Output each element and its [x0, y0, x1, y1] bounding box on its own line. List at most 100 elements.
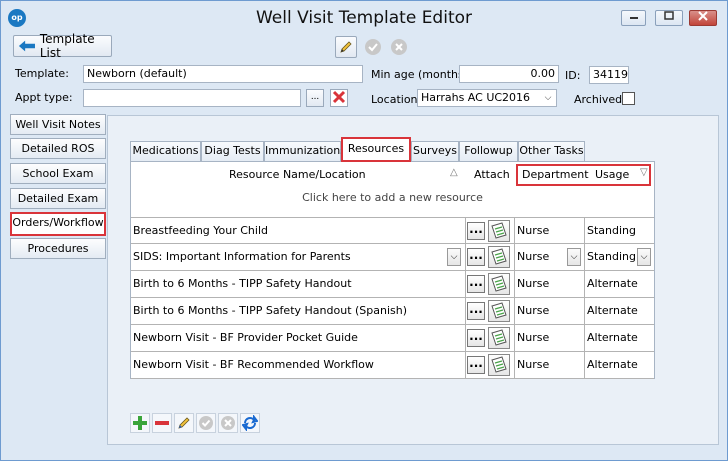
close-icon	[698, 11, 708, 21]
refresh-icon	[242, 415, 258, 431]
remove-row-button[interactable]	[152, 413, 172, 433]
table-row[interactable]: Newborn Visit - BF Provider Pocket Guide…	[131, 325, 654, 352]
chevron-down-icon: ⌵	[640, 252, 648, 262]
department-dropdown[interactable]: ⌵	[567, 248, 581, 266]
sidebar-item-detailed-ros[interactable]: Detailed ROS	[10, 138, 106, 159]
resource-name-cell: Newborn Visit - BF Provider Pocket Guide	[133, 331, 358, 344]
sort-descending-icon[interactable]: ▽	[640, 167, 648, 178]
refresh-button[interactable]	[240, 413, 260, 433]
table-row[interactable]: SIDS: Important Information for Parents …	[131, 244, 654, 271]
tab-surveys[interactable]: Surveys	[411, 141, 459, 161]
attach-button[interactable]	[488, 300, 510, 322]
add-resource-row[interactable]: Click here to add a new resource	[131, 187, 654, 209]
department-cell: Nurse	[517, 358, 550, 371]
tab-followup[interactable]: Followup	[459, 141, 518, 161]
column-header-attach[interactable]: Attach	[474, 168, 510, 181]
appt-type-field[interactable]	[83, 89, 301, 107]
attach-button[interactable]	[488, 354, 510, 376]
attach-button[interactable]	[488, 220, 510, 242]
department-cell: Nurse	[517, 250, 550, 263]
row-more-button[interactable]: ...	[467, 248, 485, 266]
maximize-icon	[664, 11, 674, 20]
clear-appt-type-button[interactable]	[330, 89, 348, 107]
min-age-field[interactable]: 0.00	[459, 65, 559, 83]
maximize-button[interactable]	[655, 10, 683, 26]
column-header-resource-name[interactable]: Resource Name/Location	[229, 168, 366, 181]
table-row[interactable]: Birth to 6 Months - TIPP Safety Handout …	[131, 271, 654, 298]
resource-name-dropdown[interactable]: ⌵	[447, 248, 461, 266]
table-row[interactable]: Breastfeeding Your Child ... Nurse Stand…	[131, 217, 654, 244]
table-row[interactable]: Birth to 6 Months - TIPP Safety Handout …	[131, 298, 654, 325]
location-select[interactable]: Harrahs AC UC2016 ⌵	[417, 89, 557, 107]
department-cell: Nurse	[517, 331, 550, 344]
tab-resources[interactable]: Resources	[341, 137, 411, 162]
sidebar-item-well-visit-notes[interactable]: Well Visit Notes	[10, 114, 106, 135]
edit-row-button[interactable]	[174, 413, 194, 433]
attach-button[interactable]	[488, 246, 510, 268]
tab-other-tasks[interactable]: Other Tasks	[518, 141, 585, 161]
tab-immunizations[interactable]: Immunizations	[264, 141, 346, 161]
chevron-down-icon: ⌵	[544, 93, 552, 103]
location-label: Location:	[371, 93, 422, 106]
cancel-icon	[391, 39, 407, 55]
attach-button[interactable]	[488, 327, 510, 349]
row-more-button[interactable]: ...	[467, 356, 485, 374]
sidebar-item-orders-workflow[interactable]: Orders/Workflow	[10, 212, 106, 236]
chevron-down-icon: ⌵	[570, 252, 578, 262]
template-name-field[interactable]: Newborn (default)	[83, 65, 363, 83]
archived-label: Archived:	[574, 93, 626, 106]
archived-checkbox[interactable]	[622, 92, 635, 105]
clear-icon	[332, 90, 346, 104]
accept-row-button[interactable]	[196, 413, 216, 433]
attach-button[interactable]	[488, 273, 510, 295]
resource-name-cell: Breastfeeding Your Child	[133, 224, 269, 237]
chevron-down-icon: ⌵	[450, 252, 458, 262]
tab-medications[interactable]: Medications	[130, 141, 201, 161]
attach-document-icon	[491, 302, 507, 319]
min-age-label: Min age (months):	[371, 68, 472, 81]
template-header: Template: Newborn (default) Appt type: .…	[7, 61, 721, 111]
template-list-label: Template List	[39, 32, 95, 60]
usage-cell: Alternate	[587, 331, 638, 344]
sidebar-item-school-exam[interactable]: School Exam	[10, 163, 106, 184]
table-row[interactable]: Newborn Visit - BF Recommended Workflow …	[131, 352, 654, 379]
accept-icon	[199, 416, 213, 430]
appt-type-browse-button[interactable]: ...	[306, 89, 324, 107]
resources-grid: Resource Name/Location △ Attach Departme…	[130, 161, 655, 379]
close-window-button[interactable]	[689, 10, 717, 26]
usage-cell: Alternate	[587, 304, 638, 317]
usage-cell: Standing	[587, 224, 637, 237]
back-arrow-icon	[18, 40, 35, 52]
tab-diag-tests[interactable]: Diag Tests	[201, 141, 264, 161]
attach-document-icon	[491, 356, 507, 373]
department-cell: Nurse	[517, 277, 550, 290]
id-label: ID:	[565, 69, 581, 82]
edit-icon	[178, 417, 190, 429]
cancel-icon	[221, 416, 235, 430]
add-row-button[interactable]	[130, 413, 150, 433]
grid-header: Resource Name/Location △ Attach Departme…	[131, 162, 654, 186]
row-more-button[interactable]: ...	[467, 275, 485, 293]
minimize-button[interactable]	[621, 10, 646, 26]
orders-workflow-panel: Medications Diag Tests Immunizations Res…	[107, 115, 719, 445]
accept-button[interactable]	[362, 36, 384, 58]
sidebar-item-procedures[interactable]: Procedures	[10, 238, 106, 259]
usage-cell: Standing	[587, 250, 637, 263]
row-more-button[interactable]: ...	[467, 222, 485, 240]
cancel-button[interactable]	[388, 36, 410, 58]
column-header-usage[interactable]: Usage	[595, 168, 629, 181]
edit-button[interactable]	[335, 36, 357, 58]
row-more-button[interactable]: ...	[467, 329, 485, 347]
edit-icon	[340, 41, 352, 53]
accept-icon	[365, 39, 381, 55]
usage-dropdown[interactable]: ⌵	[637, 248, 651, 266]
sort-ascending-icon[interactable]: △	[450, 167, 458, 178]
sidebar-item-detailed-exam[interactable]: Detailed Exam	[10, 188, 106, 209]
template-list-button[interactable]: Template List	[13, 32, 112, 60]
add-icon	[133, 416, 147, 430]
attach-document-icon	[491, 329, 507, 346]
resource-name-cell: Birth to 6 Months - TIPP Safety Handout	[133, 277, 352, 290]
row-more-button[interactable]: ...	[467, 302, 485, 320]
column-header-department[interactable]: Department	[522, 168, 589, 181]
cancel-row-button[interactable]	[218, 413, 238, 433]
